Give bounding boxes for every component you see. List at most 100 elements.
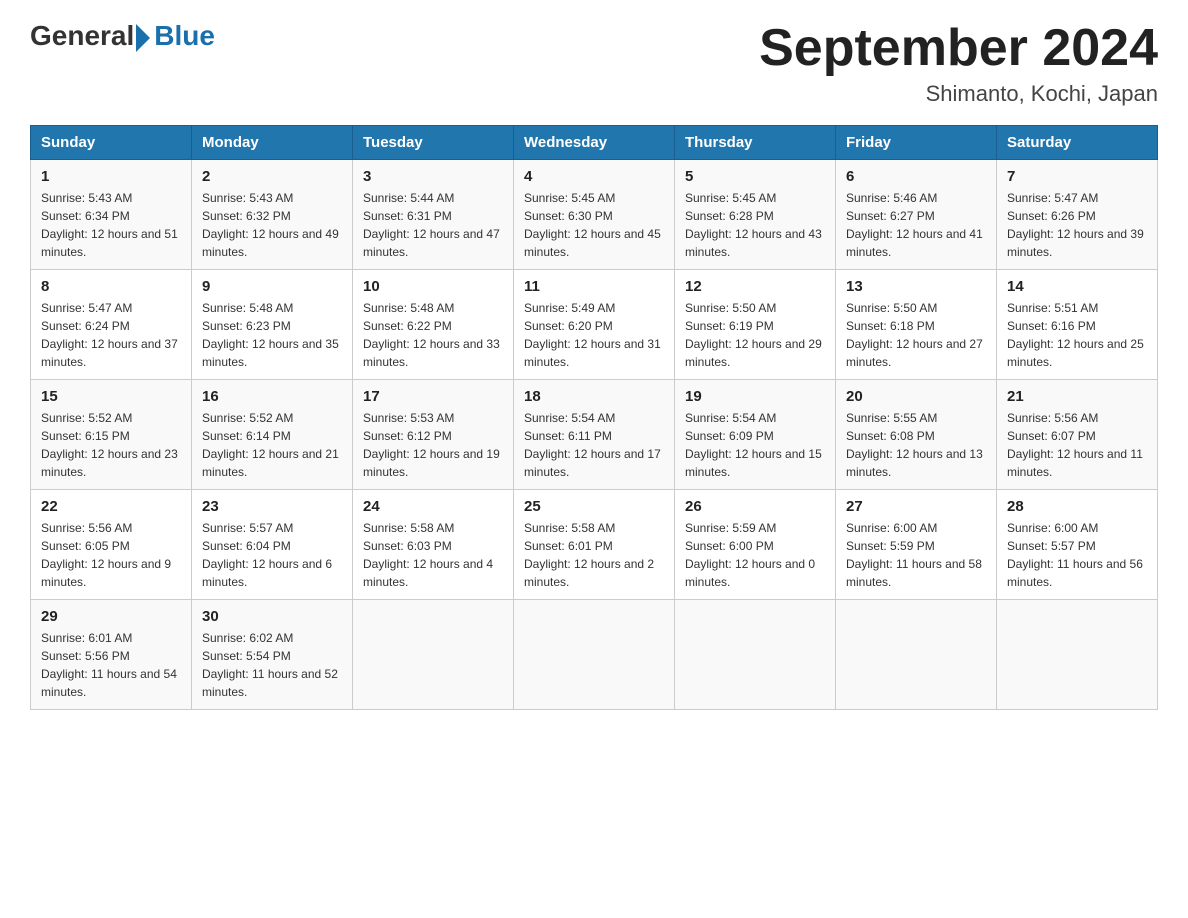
day-number: 21 bbox=[1007, 388, 1147, 405]
weekday-header-wednesday: Wednesday bbox=[514, 126, 675, 160]
day-info: Sunrise: 5:47 AMSunset: 6:24 PMDaylight:… bbox=[41, 299, 181, 371]
calendar-cell bbox=[514, 600, 675, 710]
page-header: General Blue September 2024 Shimanto, Ko… bbox=[30, 20, 1158, 107]
weekday-header-thursday: Thursday bbox=[675, 126, 836, 160]
calendar-cell: 3Sunrise: 5:44 AMSunset: 6:31 PMDaylight… bbox=[353, 160, 514, 270]
day-number: 2 bbox=[202, 168, 342, 185]
calendar-cell: 13 Sunrise: 5:50 AMSunset: 6:18 PMDayligh… bbox=[836, 270, 997, 380]
day-info: Sunrise: 5:50 AMSunset: 6:18 PMDaylight:… bbox=[846, 299, 986, 371]
day-info: Sunrise: 5:53 AMSunset: 6:12 PMDaylight:… bbox=[363, 409, 503, 481]
day-number: 10 bbox=[363, 278, 503, 295]
day-info: Sunrise: 5:48 AMSunset: 6:23 PMDaylight:… bbox=[202, 299, 342, 371]
calendar-cell: 28Sunrise: 6:00 AMSunset: 5:57 PMDayligh… bbox=[997, 490, 1158, 600]
day-number: 14 bbox=[1007, 278, 1147, 295]
title-block: September 2024 Shimanto, Kochi, Japan bbox=[759, 20, 1158, 107]
calendar-cell: 21 Sunrise: 5:56 AMSunset: 6:07 PMDayligh… bbox=[997, 380, 1158, 490]
calendar-table: SundayMondayTuesdayWednesdayThursdayFrid… bbox=[30, 125, 1158, 710]
day-number: 20 bbox=[846, 388, 986, 405]
day-info: Sunrise: 5:49 AMSunset: 6:20 PMDaylight:… bbox=[524, 299, 664, 371]
calendar-cell: 15 Sunrise: 5:52 AMSunset: 6:15 PMDayligh… bbox=[31, 380, 192, 490]
calendar-cell: 7 Sunrise: 5:47 AMSunset: 6:26 PMDaylight… bbox=[997, 160, 1158, 270]
calendar-cell: 20 Sunrise: 5:55 AMSunset: 6:08 PMDayligh… bbox=[836, 380, 997, 490]
day-info: Sunrise: 5:44 AMSunset: 6:31 PMDaylight:… bbox=[363, 189, 503, 261]
day-info: Sunrise: 5:43 AMSunset: 6:32 PMDaylight:… bbox=[202, 189, 342, 261]
day-number: 25 bbox=[524, 498, 664, 515]
day-info: Sunrise: 5:55 AMSunset: 6:08 PMDaylight:… bbox=[846, 409, 986, 481]
day-info: Sunrise: 5:52 AMSunset: 6:15 PMDaylight:… bbox=[41, 409, 181, 481]
day-info: Sunrise: 5:59 AMSunset: 6:00 PMDaylight:… bbox=[685, 519, 825, 591]
day-number: 23 bbox=[202, 498, 342, 515]
calendar-cell: 10Sunrise: 5:48 AMSunset: 6:22 PMDayligh… bbox=[353, 270, 514, 380]
day-number: 1 bbox=[41, 168, 181, 185]
calendar-cell: 16Sunrise: 5:52 AMSunset: 6:14 PMDayligh… bbox=[192, 380, 353, 490]
logo-text-blue: Blue bbox=[154, 20, 215, 52]
calendar-cell: 4Sunrise: 5:45 AMSunset: 6:30 PMDaylight… bbox=[514, 160, 675, 270]
calendar-subtitle: Shimanto, Kochi, Japan bbox=[759, 81, 1158, 107]
weekday-header-monday: Monday bbox=[192, 126, 353, 160]
day-number: 24 bbox=[363, 498, 503, 515]
day-info: Sunrise: 5:47 AMSunset: 6:26 PMDaylight:… bbox=[1007, 189, 1147, 261]
day-number: 29 bbox=[41, 608, 181, 625]
day-number: 6 bbox=[846, 168, 986, 185]
logo-arrow-icon bbox=[136, 24, 150, 52]
day-info: Sunrise: 5:50 AMSunset: 6:19 PMDaylight:… bbox=[685, 299, 825, 371]
day-number: 26 bbox=[685, 498, 825, 515]
day-info: Sunrise: 5:52 AMSunset: 6:14 PMDaylight:… bbox=[202, 409, 342, 481]
calendar-cell bbox=[836, 600, 997, 710]
day-number: 27 bbox=[846, 498, 986, 515]
calendar-cell: 29 Sunrise: 6:01 AMSunset: 5:56 PMDayligh… bbox=[31, 600, 192, 710]
day-info: Sunrise: 5:54 AMSunset: 6:11 PMDaylight:… bbox=[524, 409, 664, 481]
day-info: Sunrise: 5:43 AMSunset: 6:34 PMDaylight:… bbox=[41, 189, 181, 261]
calendar-cell: 18 Sunrise: 5:54 AMSunset: 6:11 PMDayligh… bbox=[514, 380, 675, 490]
calendar-cell: 1 Sunrise: 5:43 AMSunset: 6:34 PMDaylight… bbox=[31, 160, 192, 270]
calendar-cell: 17 Sunrise: 5:53 AMSunset: 6:12 PMDayligh… bbox=[353, 380, 514, 490]
calendar-cell: 2 Sunrise: 5:43 AMSunset: 6:32 PMDaylight… bbox=[192, 160, 353, 270]
weekday-header-row: SundayMondayTuesdayWednesdayThursdayFrid… bbox=[31, 126, 1158, 160]
day-number: 5 bbox=[685, 168, 825, 185]
day-info: Sunrise: 5:51 AMSunset: 6:16 PMDaylight:… bbox=[1007, 299, 1147, 371]
calendar-week-row: 8Sunrise: 5:47 AMSunset: 6:24 PMDaylight… bbox=[31, 270, 1158, 380]
day-number: 13 bbox=[846, 278, 986, 295]
day-info: Sunrise: 5:54 AMSunset: 6:09 PMDaylight:… bbox=[685, 409, 825, 481]
day-info: Sunrise: 5:56 AMSunset: 6:07 PMDaylight:… bbox=[1007, 409, 1147, 481]
calendar-week-row: 29 Sunrise: 6:01 AMSunset: 5:56 PMDayligh… bbox=[31, 600, 1158, 710]
calendar-week-row: 22Sunrise: 5:56 AMSunset: 6:05 PMDayligh… bbox=[31, 490, 1158, 600]
weekday-header-tuesday: Tuesday bbox=[353, 126, 514, 160]
day-number: 28 bbox=[1007, 498, 1147, 515]
calendar-cell: 25 Sunrise: 5:58 AMSunset: 6:01 PMDayligh… bbox=[514, 490, 675, 600]
day-number: 30 bbox=[202, 608, 342, 625]
day-number: 11 bbox=[524, 278, 664, 295]
calendar-cell bbox=[997, 600, 1158, 710]
day-number: 4 bbox=[524, 168, 664, 185]
day-number: 15 bbox=[41, 388, 181, 405]
calendar-cell: 12Sunrise: 5:50 AMSunset: 6:19 PMDayligh… bbox=[675, 270, 836, 380]
weekday-header-friday: Friday bbox=[836, 126, 997, 160]
calendar-cell: 27 Sunrise: 6:00 AMSunset: 5:59 PMDayligh… bbox=[836, 490, 997, 600]
logo: General Blue bbox=[30, 20, 215, 52]
calendar-cell: 8Sunrise: 5:47 AMSunset: 6:24 PMDaylight… bbox=[31, 270, 192, 380]
day-info: Sunrise: 5:58 AMSunset: 6:01 PMDaylight:… bbox=[524, 519, 664, 591]
calendar-week-row: 1 Sunrise: 5:43 AMSunset: 6:34 PMDaylight… bbox=[31, 160, 1158, 270]
day-number: 17 bbox=[363, 388, 503, 405]
day-info: Sunrise: 5:58 AMSunset: 6:03 PMDaylight:… bbox=[363, 519, 503, 591]
weekday-header-saturday: Saturday bbox=[997, 126, 1158, 160]
day-number: 7 bbox=[1007, 168, 1147, 185]
calendar-cell: 23Sunrise: 5:57 AMSunset: 6:04 PMDayligh… bbox=[192, 490, 353, 600]
calendar-cell: 24 Sunrise: 5:58 AMSunset: 6:03 PMDayligh… bbox=[353, 490, 514, 600]
day-info: Sunrise: 6:01 AMSunset: 5:56 PMDaylight:… bbox=[41, 629, 181, 701]
calendar-cell: 19Sunrise: 5:54 AMSunset: 6:09 PMDayligh… bbox=[675, 380, 836, 490]
calendar-cell bbox=[353, 600, 514, 710]
calendar-cell bbox=[675, 600, 836, 710]
day-number: 18 bbox=[524, 388, 664, 405]
calendar-title: September 2024 bbox=[759, 20, 1158, 77]
calendar-cell: 5Sunrise: 5:45 AMSunset: 6:28 PMDaylight… bbox=[675, 160, 836, 270]
calendar-week-row: 15 Sunrise: 5:52 AMSunset: 6:15 PMDayligh… bbox=[31, 380, 1158, 490]
calendar-cell: 30 Sunrise: 6:02 AMSunset: 5:54 PMDayligh… bbox=[192, 600, 353, 710]
logo-text-general: General bbox=[30, 20, 134, 52]
day-info: Sunrise: 6:00 AMSunset: 5:59 PMDaylight:… bbox=[846, 519, 986, 591]
day-number: 9 bbox=[202, 278, 342, 295]
calendar-cell: 26 Sunrise: 5:59 AMSunset: 6:00 PMDayligh… bbox=[675, 490, 836, 600]
day-number: 22 bbox=[41, 498, 181, 515]
day-info: Sunrise: 6:02 AMSunset: 5:54 PMDaylight:… bbox=[202, 629, 342, 701]
weekday-header-sunday: Sunday bbox=[31, 126, 192, 160]
